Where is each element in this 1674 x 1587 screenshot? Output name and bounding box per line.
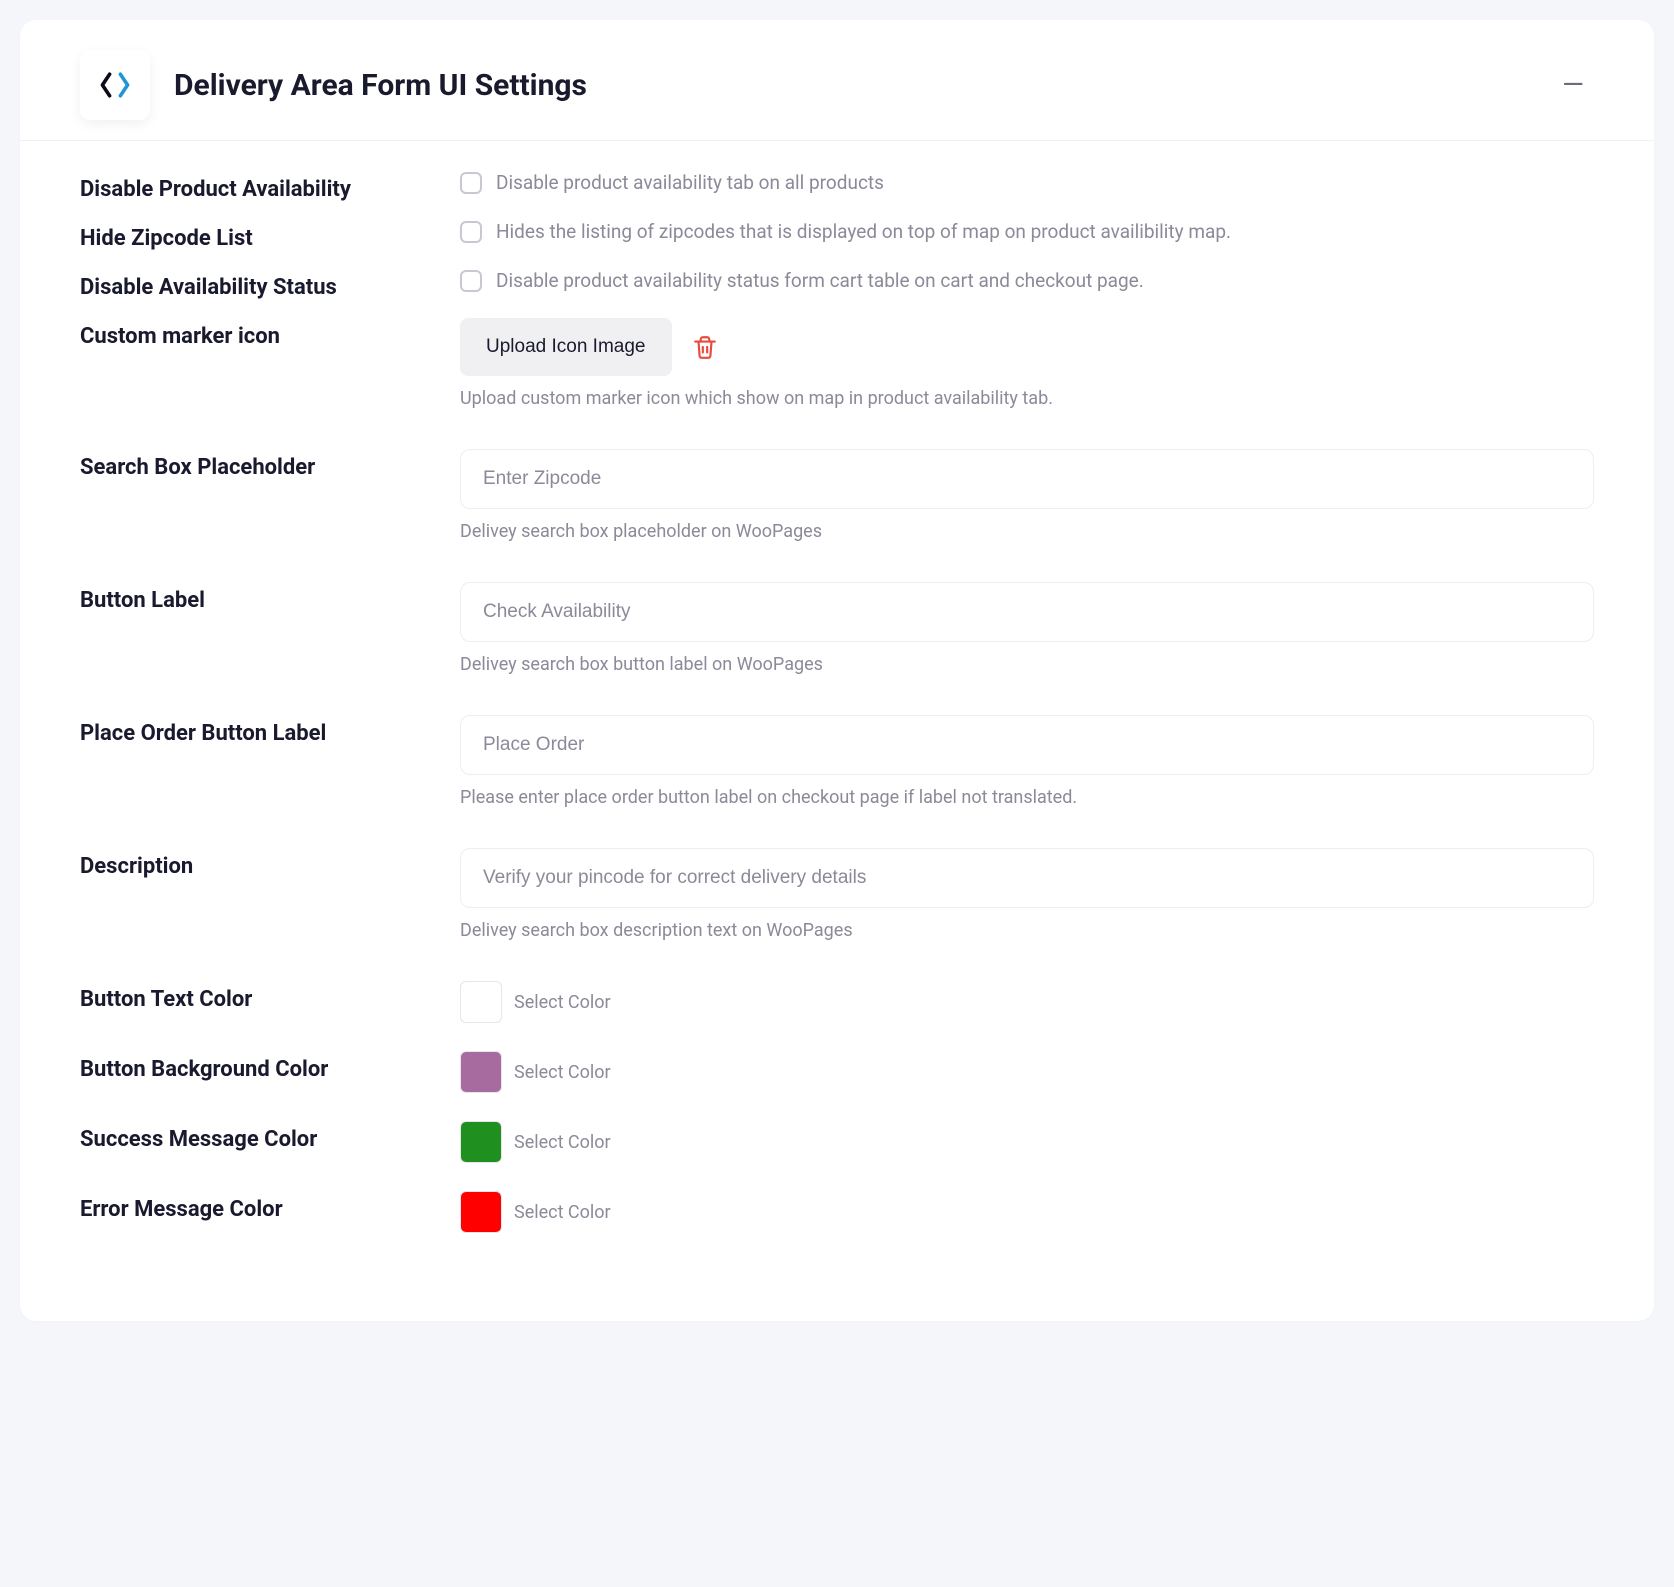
checkbox-disable-availability-status[interactable] bbox=[460, 270, 482, 292]
row-custom-marker-icon: Custom marker icon Upload Icon Image bbox=[80, 318, 1594, 409]
label-button-label: Button Label bbox=[80, 582, 460, 613]
input-description[interactable] bbox=[460, 848, 1594, 908]
panel-title: Delivery Area Form UI Settings bbox=[174, 68, 1552, 103]
collapse-button[interactable]: — bbox=[1552, 65, 1594, 105]
row-button-background-color: Button Background Color Select Color bbox=[80, 1051, 1594, 1093]
label-error-message-color: Error Message Color bbox=[80, 1191, 460, 1222]
row-success-message-color: Success Message Color Select Color bbox=[80, 1121, 1594, 1163]
delete-icon[interactable] bbox=[692, 334, 718, 360]
label-disable-availability-status: Disable Availability Status bbox=[80, 269, 460, 300]
select-color-button-background[interactable]: Select Color bbox=[514, 1062, 611, 1083]
label-search-box-placeholder: Search Box Placeholder bbox=[80, 449, 460, 480]
swatch-error-message-color[interactable] bbox=[460, 1191, 502, 1233]
input-search-box-placeholder[interactable] bbox=[460, 449, 1594, 509]
help-search-box-placeholder: Delivey search box placeholder on WooPag… bbox=[460, 521, 1594, 542]
input-button-label[interactable] bbox=[460, 582, 1594, 642]
input-place-order-button-label[interactable] bbox=[460, 715, 1594, 775]
label-button-text-color: Button Text Color bbox=[80, 981, 460, 1012]
label-success-message-color: Success Message Color bbox=[80, 1121, 460, 1152]
swatch-button-background-color[interactable] bbox=[460, 1051, 502, 1093]
row-error-message-color: Error Message Color Select Color bbox=[80, 1191, 1594, 1233]
label-button-background-color: Button Background Color bbox=[80, 1051, 460, 1082]
help-place-order-button-label: Please enter place order button label on… bbox=[460, 787, 1594, 808]
settings-panel: Delivery Area Form UI Settings — Disable… bbox=[20, 20, 1654, 1321]
select-color-button-text[interactable]: Select Color bbox=[514, 992, 611, 1013]
label-place-order-button-label: Place Order Button Label bbox=[80, 715, 460, 746]
panel-header: Delivery Area Form UI Settings — bbox=[20, 20, 1654, 141]
upload-icon-button[interactable]: Upload Icon Image bbox=[460, 318, 672, 376]
row-search-box-placeholder: Search Box Placeholder Delivey search bo… bbox=[80, 449, 1594, 542]
row-description: Description Delivey search box descripti… bbox=[80, 848, 1594, 941]
label-custom-marker-icon: Custom marker icon bbox=[80, 318, 460, 349]
label-disable-product-availability: Disable Product Availability bbox=[80, 171, 460, 202]
row-button-label: Button Label Delivey search box button l… bbox=[80, 582, 1594, 675]
help-custom-marker-icon: Upload custom marker icon which show on … bbox=[460, 388, 1594, 409]
help-button-label: Delivey search box button label on WooPa… bbox=[460, 654, 1594, 675]
label-hide-zipcode-list: Hide Zipcode List bbox=[80, 220, 460, 251]
checkbox-hide-zipcode-list[interactable] bbox=[460, 221, 482, 243]
row-place-order-button-label: Place Order Button Label Please enter pl… bbox=[80, 715, 1594, 808]
row-hide-zipcode-list: Hide Zipcode List Hides the listing of z… bbox=[80, 220, 1594, 251]
checkbox-disable-product-availability[interactable] bbox=[460, 172, 482, 194]
select-color-error-message[interactable]: Select Color bbox=[514, 1202, 611, 1223]
desc-disable-availability-status: Disable product availability status form… bbox=[496, 269, 1144, 292]
desc-disable-product-availability: Disable product availability tab on all … bbox=[496, 171, 884, 194]
label-description: Description bbox=[80, 848, 460, 879]
panel-body: Disable Product Availability Disable pro… bbox=[20, 141, 1654, 1321]
swatch-button-text-color[interactable] bbox=[460, 981, 502, 1023]
help-description: Delivey search box description text on W… bbox=[460, 920, 1594, 941]
row-disable-availability-status: Disable Availability Status Disable prod… bbox=[80, 269, 1594, 300]
swatch-success-message-color[interactable] bbox=[460, 1121, 502, 1163]
desc-hide-zipcode-list: Hides the listing of zipcodes that is di… bbox=[496, 220, 1231, 243]
row-button-text-color: Button Text Color Select Color bbox=[80, 981, 1594, 1023]
row-disable-product-availability: Disable Product Availability Disable pro… bbox=[80, 171, 1594, 202]
app-logo-icon bbox=[80, 50, 150, 120]
select-color-success-message[interactable]: Select Color bbox=[514, 1132, 611, 1153]
